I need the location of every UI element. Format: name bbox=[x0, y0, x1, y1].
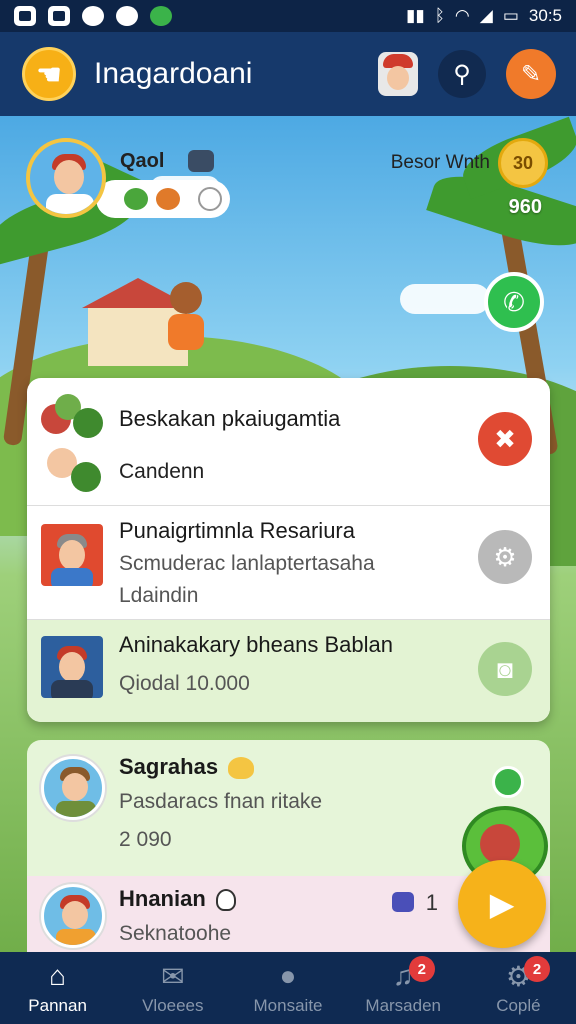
friend-avatar bbox=[41, 756, 105, 820]
fruit-cluster-icon bbox=[41, 394, 103, 444]
alarm-icon bbox=[82, 6, 104, 26]
profile-name: Qaol bbox=[120, 150, 165, 172]
friend-score: 2 090 bbox=[119, 828, 172, 851]
character-line2: Scmuderac lanlaptertasaha bbox=[119, 552, 375, 575]
search-icon: ⚲ bbox=[453, 60, 471, 88]
kiwi-icon[interactable] bbox=[492, 766, 524, 798]
nav-item-music[interactable]: ♫ Marsaden 2 bbox=[346, 952, 461, 1024]
notification-badge: 2 bbox=[408, 956, 435, 982]
nav-label: Marsaden bbox=[365, 996, 442, 1015]
duck-icon bbox=[228, 757, 255, 780]
pencil-icon: ✎ bbox=[520, 60, 542, 88]
signal-icon: ◢ bbox=[479, 6, 493, 25]
edit-button[interactable]: ✎ bbox=[506, 49, 556, 99]
coin-subtotal: 960 bbox=[508, 196, 542, 218]
play-icon: ▶ bbox=[489, 886, 515, 922]
scene-character[interactable] bbox=[166, 282, 206, 352]
home-icon: ⌂ bbox=[49, 960, 67, 991]
mail-icon: ✉ bbox=[161, 960, 185, 992]
character-line3: Ldaindin bbox=[119, 584, 199, 607]
nav-item-drop[interactable]: ● Monsaite bbox=[230, 952, 345, 1024]
pet-icon bbox=[124, 188, 148, 210]
play-button[interactable]: ▶ bbox=[458, 860, 546, 948]
friend-name: Sagrahas bbox=[119, 754, 255, 780]
battery-icon: ▭ bbox=[502, 6, 519, 25]
location-icon bbox=[116, 6, 138, 26]
bluetooth-icon: ᛒ bbox=[434, 6, 445, 25]
settings-button[interactable]: ⚙ bbox=[478, 530, 532, 584]
pet-icon bbox=[156, 188, 180, 210]
leaf-icon bbox=[150, 6, 172, 26]
best-label: Besor Wnth bbox=[390, 152, 490, 173]
status-time: 30:5 bbox=[528, 6, 562, 25]
chat-bubble-button[interactable]: ✆ bbox=[484, 272, 544, 332]
friend-avatar bbox=[41, 884, 105, 948]
close-puzzle-icon: ✖ bbox=[494, 423, 516, 454]
notification-badge: 2 bbox=[524, 956, 551, 982]
character-title: Punaigrtimnla Resariura bbox=[119, 518, 355, 543]
user-avatar[interactable] bbox=[378, 52, 418, 96]
camera-button[interactable]: ◙ bbox=[478, 642, 532, 696]
quest-subtitle: Candenn bbox=[119, 460, 205, 483]
close-button[interactable]: ✖ bbox=[478, 412, 532, 466]
nav-label: Monsaite bbox=[253, 996, 323, 1015]
reward-subtitle: Qiodal 10.000 bbox=[119, 672, 250, 695]
reward-avatar bbox=[41, 636, 103, 698]
coin-badge[interactable]: 30 bbox=[498, 138, 548, 188]
character-cluster-icon bbox=[41, 448, 103, 498]
bot-icon bbox=[392, 892, 414, 912]
skull-icon bbox=[215, 889, 236, 912]
card-section-character[interactable]: Punaigrtimnla Resariura Scmuderac lanlap… bbox=[27, 506, 550, 620]
quest-title: Beskakan pkaiugamtia bbox=[119, 406, 341, 431]
profile-avatar[interactable] bbox=[26, 138, 106, 218]
app-header: ☚ Inagardoani ⚲ ✎ bbox=[0, 32, 576, 116]
nav-label: Vloeees bbox=[142, 996, 204, 1015]
message-icon[interactable] bbox=[188, 150, 214, 172]
character-avatar bbox=[41, 524, 103, 586]
card-section-reward[interactable]: Aninakakary bheans Bablan Qiodal 10.000 … bbox=[27, 620, 550, 722]
bottom-nav: ⌂ Pannan ✉ Vloeees ● Monsaite ♫ Marsaden… bbox=[0, 952, 576, 1024]
coin-value: 30 bbox=[512, 152, 534, 173]
nav-label: Coplé bbox=[496, 996, 541, 1015]
nav-item-home[interactable]: ⌂ Pannan bbox=[0, 952, 115, 1024]
smile-icon[interactable] bbox=[198, 187, 222, 211]
friend-status: Pasdaracs fnan ritake bbox=[119, 790, 323, 813]
search-button[interactable]: ⚲ bbox=[438, 50, 486, 98]
wifi-icon: ◠ bbox=[454, 6, 470, 25]
nav-item-settings[interactable]: ⚙ Coplé 2 bbox=[461, 952, 576, 1024]
bot-count: 1 bbox=[425, 890, 438, 915]
reward-title: Aninakakary bheans Bablan bbox=[119, 632, 393, 657]
friend-status: Seknatoohe bbox=[119, 922, 232, 945]
drop-icon: ● bbox=[279, 960, 297, 991]
pet-bar[interactable] bbox=[96, 180, 230, 218]
image-icon bbox=[48, 6, 70, 26]
status-bar: ▮▮ ᛒ ◠ ◢ ▭ 30:5 bbox=[0, 0, 576, 32]
gear-icon: ⚙ bbox=[493, 541, 517, 572]
card-section-quest[interactable]: Beskakan pkaiugamtia Candenn ✖ bbox=[27, 378, 550, 506]
camera-icon: ◙ bbox=[497, 653, 513, 684]
phone-icon: ✆ bbox=[503, 286, 525, 317]
nav-item-mail[interactable]: ✉ Vloeees bbox=[115, 952, 230, 1024]
back-hand-icon: ☚ bbox=[36, 58, 62, 90]
back-button[interactable]: ☚ bbox=[22, 47, 76, 101]
page-title: Inagardoani bbox=[94, 57, 253, 90]
friend-name: Hnanian bbox=[119, 886, 236, 912]
main-card: Beskakan pkaiugamtia Candenn ✖ Punaigrti… bbox=[27, 378, 550, 722]
vibrate-icon: ▮▮ bbox=[406, 6, 425, 25]
cloud bbox=[400, 284, 490, 314]
nav-label: Pannan bbox=[28, 996, 87, 1015]
gallery-icon bbox=[14, 6, 36, 26]
